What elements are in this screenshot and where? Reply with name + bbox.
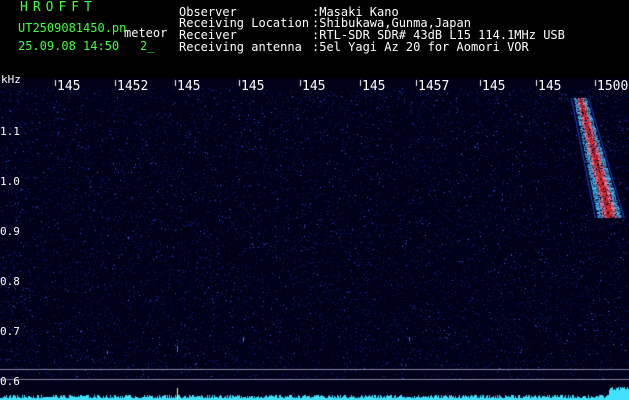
mode-label: meteor (124, 26, 168, 40)
spectrogram-canvas (0, 78, 629, 400)
time-label: 145 (538, 79, 562, 94)
time-label: 145 (177, 79, 201, 94)
time-label: 145 (57, 79, 81, 94)
file-name: UT2509081450.pn (18, 21, 127, 35)
time-label: 1457 (418, 79, 450, 94)
khz-unit-label: kHz (1, 73, 21, 86)
date-time: 25.09.08 14:50 (18, 39, 120, 53)
time-label: 1452 (117, 79, 149, 94)
time-label: 1500 (597, 79, 629, 94)
time-label: 145 (302, 79, 326, 94)
time-label: 145 (482, 79, 506, 94)
time-label: 145 (362, 79, 386, 94)
time-label: 145 (241, 79, 265, 94)
app-title: HROFFT (20, 0, 97, 15)
antenna-value: :5el Yagi Az 20 for Aomori VOR (312, 40, 529, 54)
page-indicator: 2_ (140, 39, 155, 53)
y-tick-label: 0.6 (0, 375, 20, 388)
y-tick-label: 0.7 (0, 325, 20, 338)
y-tick-label: 1.0 (0, 175, 20, 188)
antenna-label: Receiving antenna (179, 40, 302, 54)
y-tick-label: 0.8 (0, 275, 20, 288)
hrofft-window: HROFFT UT2509081450.pn meteor 25.09.08 1… (0, 0, 629, 400)
y-tick-label: 1.1 (0, 125, 20, 138)
y-tick-label: 0.9 (0, 225, 20, 238)
